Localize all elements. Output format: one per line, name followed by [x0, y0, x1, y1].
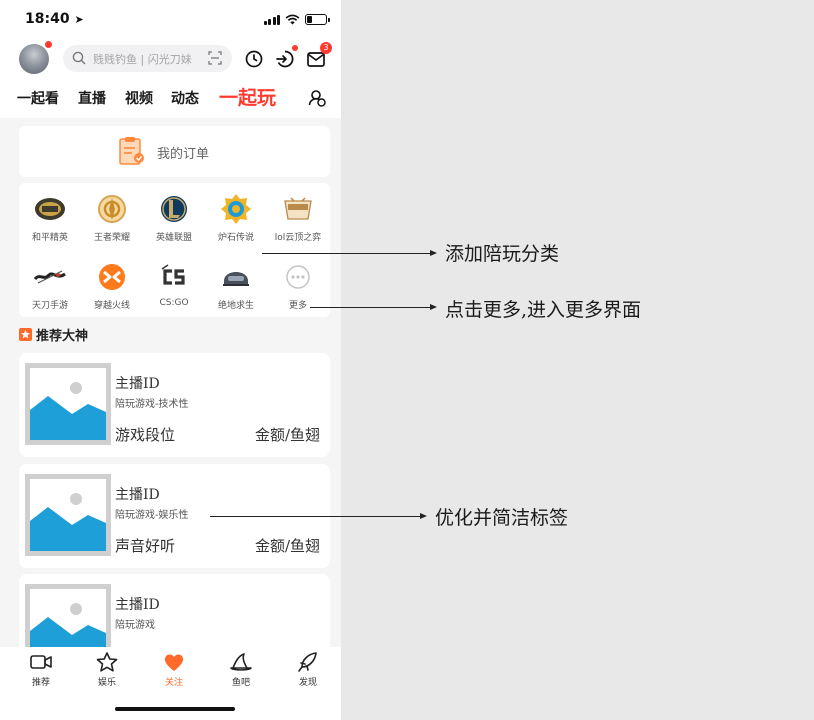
history-icon[interactable]	[243, 48, 265, 70]
pubg-icon	[223, 272, 249, 286]
search-icon	[72, 51, 86, 65]
my-orders-label: 我的订单	[157, 147, 210, 162]
tab-discover[interactable]: 发现	[283, 651, 333, 688]
header: 贱贱钓鱼 | 闪光刀妹 3 一起看 直播 视频 动态 一起玩	[0, 38, 341, 118]
order-clipboard-icon	[119, 137, 144, 165]
image-placeholder-icon	[30, 382, 106, 440]
tab-play-together[interactable]: 一起玩	[219, 83, 276, 110]
tiandao-icon	[34, 270, 66, 284]
play-type-tag: 陪玩游戏-娱乐性	[115, 510, 189, 521]
home-indicator	[115, 707, 235, 711]
category-csgo[interactable]: CS:GO	[143, 253, 205, 313]
enter-icon	[276, 50, 294, 68]
image-placeholder	[25, 363, 111, 445]
tab-live[interactable]: 直播	[78, 88, 106, 108]
streamer-id: 主播ID	[115, 376, 160, 392]
category-hearthstone[interactable]: 炉石传说	[205, 185, 267, 245]
tft-icon	[284, 197, 312, 220]
live-entry-button[interactable]	[274, 45, 298, 70]
category-pubg[interactable]: 绝地求生	[205, 253, 267, 313]
play-type-tag: 陪玩游戏-技术性	[115, 399, 189, 410]
bottom-tab-bar: 推荐 娱乐 关注 鱼吧 发现	[0, 647, 341, 720]
csgo-icon	[161, 264, 185, 285]
heart-icon	[164, 654, 184, 671]
pubg-mobile-icon	[35, 198, 65, 220]
tab-watch-together[interactable]: 一起看	[17, 88, 59, 108]
tab-feed[interactable]: 动态	[171, 88, 199, 108]
image-placeholder-icon	[30, 493, 106, 551]
annotation-add-category: 添加陪玩分类	[445, 243, 560, 265]
annotation-simplify-tags: 优化并简洁标签	[435, 507, 569, 529]
price: 金额/鱼翅	[254, 537, 320, 555]
search-input[interactable]: 贱贱钓鱼 | 闪光刀妹	[63, 45, 232, 72]
price: 金额/鱼翅	[254, 426, 320, 444]
hearthstone-icon	[221, 194, 251, 224]
annotation-more: 点击更多,进入更多界面	[445, 299, 642, 321]
category-more[interactable]: 更多	[267, 253, 329, 313]
user-add-icon[interactable]	[307, 88, 327, 108]
signal-icon	[263, 14, 280, 25]
avatar[interactable]	[19, 41, 52, 74]
star-badge-icon	[19, 327, 32, 341]
star-icon	[96, 652, 118, 672]
scan-icon[interactable]	[208, 51, 222, 65]
phone-screen: 18:40 ➤ 贱贱钓鱼 | 闪光刀妹 3 一起看 直播 视频 动态 一起玩 我…	[0, 0, 341, 720]
category-crossfire[interactable]: 穿越火线	[81, 253, 143, 313]
notification-dot	[292, 45, 298, 51]
my-orders-button[interactable]: 我的订单	[19, 126, 330, 177]
status-icons	[263, 13, 330, 25]
streamer-card[interactable]: 主播ID 陪玩游戏-技术性 游戏段位 金额/鱼翅	[19, 353, 330, 457]
game-category-grid: 和平精英 王者荣耀 英雄联盟 炉石传说 lol云顶之弈 天刀手游 穿越火线 CS…	[19, 183, 330, 317]
category-tiandao[interactable]: 天刀手游	[19, 253, 81, 313]
crossfire-icon	[99, 264, 125, 290]
tab-recommend[interactable]: 推荐	[16, 651, 66, 688]
annotation-arrow	[210, 513, 427, 519]
image-placeholder	[25, 474, 111, 556]
rocket-icon	[298, 652, 317, 672]
category-league-of-legends[interactable]: 英雄联盟	[143, 185, 205, 245]
annotation-arrow	[310, 304, 437, 310]
honor-of-kings-icon	[98, 195, 126, 223]
wifi-icon	[285, 14, 300, 24]
status-bar: 18:40 ➤	[0, 0, 341, 38]
tab-follow[interactable]: 关注	[149, 651, 199, 688]
search-placeholder: 贱贱钓鱼 | 闪光刀妹	[93, 53, 192, 66]
wizard-hat-icon	[230, 653, 252, 671]
category-tft[interactable]: lol云顶之弈	[267, 185, 329, 245]
recommend-section-title: 推荐大神	[19, 325, 88, 344]
status-time: 18:40 ➤	[25, 11, 84, 27]
tab-fishbar[interactable]: 鱼吧	[216, 651, 266, 688]
notification-dot	[45, 41, 52, 48]
more-icon	[286, 265, 310, 289]
category-tabs: 一起看 直播 视频 动态 一起玩	[0, 82, 341, 114]
game-rank: 游戏段位	[115, 426, 176, 444]
tab-entertainment[interactable]: 娱乐	[82, 651, 132, 688]
tab-video[interactable]: 视频	[125, 88, 153, 108]
video-camera-icon	[30, 655, 52, 669]
league-of-legends-icon	[161, 196, 187, 222]
streamer-id: 主播ID	[115, 487, 160, 503]
streamer-id: 主播ID	[115, 597, 160, 613]
battery-icon	[305, 13, 330, 25]
mail-badge: 3	[320, 42, 332, 54]
annotation-arrow	[262, 250, 437, 256]
messages-button[interactable]: 3	[305, 42, 332, 70]
game-rank: 声音好听	[115, 537, 176, 555]
play-type-tag: 陪玩游戏	[115, 620, 155, 631]
category-honor-of-kings[interactable]: 王者荣耀	[81, 185, 143, 245]
category-pubg-mobile[interactable]: 和平精英	[19, 185, 81, 245]
